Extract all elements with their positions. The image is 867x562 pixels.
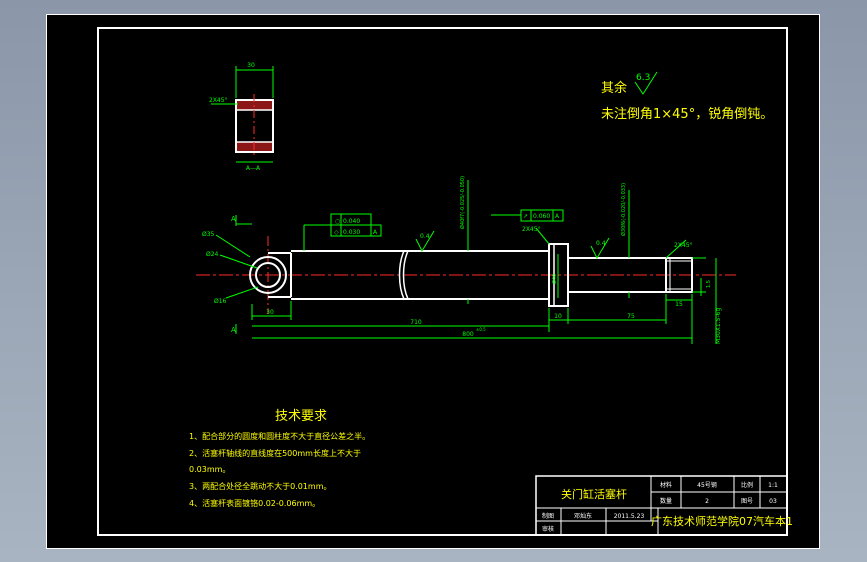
dia-35: Ø35 <box>202 231 215 238</box>
label-a-top: A <box>231 215 236 223</box>
drawn-label: 制图 <box>542 512 554 520</box>
part-name: 关门缸活塞杆 <box>561 487 627 501</box>
rough-04a: 0.4 <box>420 233 430 240</box>
dim-800-tol: ±0.5 <box>476 327 486 332</box>
dia-rod: Ø30f6(-0.020/-0.033) <box>620 183 627 236</box>
requirement-3: 3、两配合处径全跳动不大于0.01mm。 <box>189 481 332 491</box>
section-chamfer-label: 2X45° <box>209 97 228 104</box>
remaining-roughness: 6.3 <box>636 73 650 83</box>
drawing-canvas: 30 2X45° A—A 其余 6.3 未注倒角1×45°，锐角倒钝。 ○ 0.… <box>46 14 820 549</box>
dim-30: 30 <box>266 309 274 316</box>
scale: 1:1 <box>768 482 778 489</box>
tol-flat-sym: ◇ <box>334 229 339 236</box>
school-name: 广东技术师范学院07汽车本1 <box>651 514 793 528</box>
dim-800: 800 <box>462 331 474 338</box>
requirement-2: 2、活塞杆轴线的直线度在500mm长度上不大于 <box>189 448 361 458</box>
requirement-4: 4、活塞杆表面镀铬0.02-0.06mm。 <box>189 498 320 508</box>
dim-15: 15 <box>675 301 683 308</box>
requirement-2-cont: 0.03mm。 <box>189 465 230 474</box>
chamfer-mid: 2X45° <box>522 226 541 233</box>
tol-runout-ref: A <box>555 213 560 220</box>
inner-border <box>97 27 788 536</box>
tol-circ-sym: ○ <box>335 218 340 225</box>
section-view <box>211 66 274 163</box>
tol-ref: A <box>373 229 378 236</box>
dim-1-5: 1.5 <box>706 280 712 288</box>
check-label: 审核 <box>542 525 554 533</box>
thread-dim: M30X1.5-6g <box>715 308 722 344</box>
material: 45号钢 <box>697 481 717 489</box>
tol-runout-val: 0.060 <box>533 213 550 220</box>
qty-label: 数量 <box>660 497 672 505</box>
tol-flat-val: 0.030 <box>343 229 360 236</box>
dia-main: Ø40f7(-0.025/-0.050) <box>459 176 466 229</box>
mechanical-drawing: 30 2X45° A—A 其余 6.3 未注倒角1×45°，锐角倒钝。 ○ 0.… <box>46 14 820 549</box>
qty: 2 <box>705 498 709 505</box>
date: 2011.5.23 <box>614 513 645 520</box>
remaining-label: 其余 <box>601 80 627 96</box>
drawing-no: 03 <box>769 498 777 505</box>
section-width-dim: 30 <box>247 62 255 69</box>
section-label: A—A <box>246 165 261 172</box>
piston-rod <box>196 236 736 314</box>
outer-border <box>46 14 820 549</box>
rough-04b: 0.4 <box>596 240 606 247</box>
requirement-1: 1、配合部分的圆度和圆柱度不大于直径公差之半。 <box>189 431 370 441</box>
dim-75: 75 <box>627 313 635 320</box>
dim-710: 710 <box>410 319 422 326</box>
chamfer-note: 未注倒角1×45°，锐角倒钝。 <box>601 107 773 122</box>
scale-label: 比例 <box>741 481 753 489</box>
requirements-title: 技术要求 <box>275 409 327 424</box>
drawn-by: 邓灿东 <box>574 512 592 520</box>
dia-40: Ø40 <box>551 274 558 284</box>
dim-10: 10 <box>554 313 562 320</box>
material-label: 材料 <box>660 481 672 489</box>
drawing-no-label: 图号 <box>741 498 753 505</box>
dia-16: Ø16 <box>214 298 227 305</box>
tol-circ-val: 0.040 <box>343 218 360 225</box>
chamfer-end: 2X45° <box>674 242 693 249</box>
label-a-bottom: A <box>231 326 236 334</box>
tol-runout-sym: ↗ <box>523 213 528 220</box>
dia-24: Ø24 <box>206 251 219 258</box>
